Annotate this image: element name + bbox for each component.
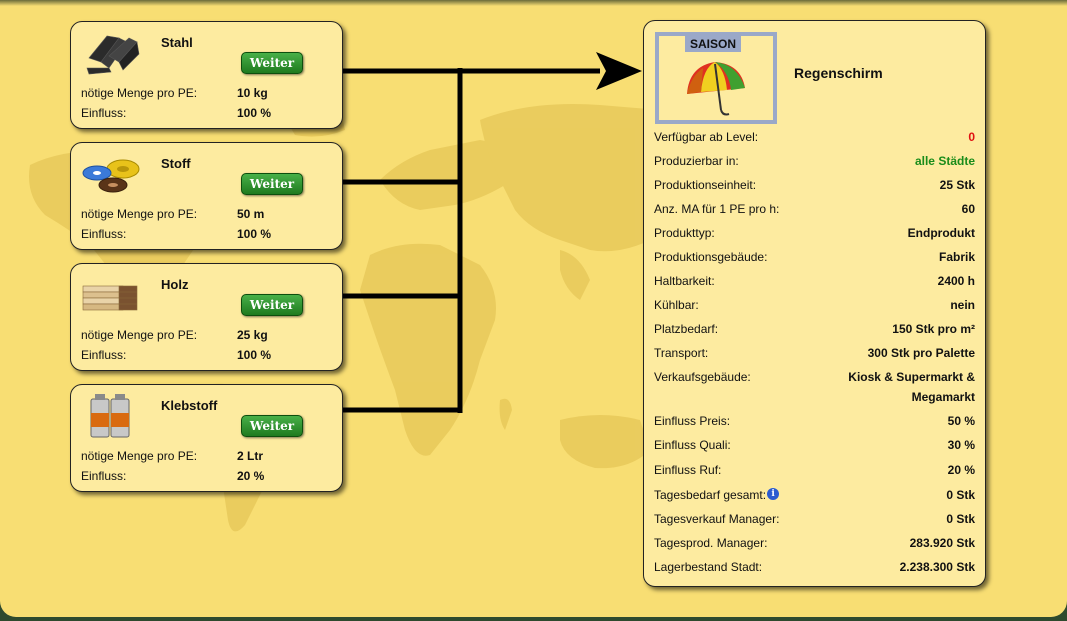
- stat-value: 30 %: [947, 438, 975, 452]
- stat-value: 300 Stk pro Palette: [867, 346, 975, 360]
- menge-label: nötige Menge pro PE:: [81, 207, 198, 221]
- product-card: SAISON Regenschirm Verfügbar ab Level: 0…: [643, 20, 986, 587]
- stat-value: 60: [961, 202, 975, 216]
- glue-cans-icon: [90, 394, 130, 438]
- material-card-holz: Holz Weiter nötige Menge pro PE: 25 kg E…: [70, 263, 343, 371]
- menge-label: nötige Menge pro PE:: [81, 449, 198, 463]
- stat-value-level: 0: [968, 130, 975, 144]
- einfluss-label: Einfluss:: [81, 348, 127, 362]
- stat-label-with-info: Tagesbedarf gesamt: i: [654, 488, 780, 502]
- stat-value-continued: Megamarkt: [911, 390, 975, 404]
- stat-value: 2.238.300 Stk: [899, 560, 975, 574]
- menge-label: nötige Menge pro PE:: [81, 328, 198, 342]
- stat-label: Produktionseinheit:: [654, 178, 757, 192]
- weiter-button-stoff[interactable]: Weiter: [241, 173, 303, 195]
- einfluss-label: Einfluss:: [81, 469, 127, 483]
- arrow-head: [596, 52, 642, 90]
- stat-label: Haltbarkeit:: [654, 274, 715, 288]
- einfluss-value: 100 %: [237, 227, 272, 241]
- material-name: Klebstoff: [161, 398, 218, 413]
- product-image-frame: SAISON: [655, 32, 777, 124]
- einfluss-value: 100 %: [237, 106, 272, 120]
- stat-value: 0 Stk: [946, 512, 975, 526]
- umbrella-icon: [687, 62, 745, 116]
- stat-value: Endprodukt: [907, 226, 975, 240]
- stat-label: Produkttyp:: [654, 226, 715, 240]
- einfluss-label: Einfluss:: [81, 227, 127, 241]
- stat-value: nein: [950, 298, 975, 312]
- stat-value: Fabrik: [938, 250, 975, 264]
- stat-label: Lagerbestand Stadt:: [654, 560, 763, 574]
- steel-beams-icon: [86, 35, 140, 75]
- stat-label: Kühlbar:: [654, 298, 699, 312]
- einfluss-label: Einfluss:: [81, 106, 127, 120]
- fabric-rolls-icon: [82, 159, 140, 193]
- stat-label: Einfluss Ruf:: [654, 463, 722, 477]
- stat-label: Tagesprod. Manager:: [654, 536, 768, 550]
- menge-label: nötige Menge pro PE:: [81, 86, 198, 100]
- material-name: Stahl: [161, 35, 193, 50]
- info-icon[interactable]: i: [767, 488, 780, 500]
- menge-value: 10 kg: [237, 86, 268, 100]
- stat-value: 0 Stk: [946, 488, 975, 502]
- stat-value: 25 Stk: [939, 178, 975, 192]
- stat-value: 20 %: [947, 463, 975, 477]
- product-title: Regenschirm: [794, 65, 883, 81]
- weiter-button-klebstoff[interactable]: Weiter: [241, 415, 303, 437]
- menge-value: 25 kg: [237, 328, 268, 342]
- weiter-button-stahl[interactable]: Weiter: [241, 52, 303, 74]
- menge-value: 2 Ltr: [237, 449, 264, 463]
- material-card-stoff: Stoff Weiter nötige Menge pro PE: 50 m E…: [70, 142, 343, 250]
- weiter-button-holz[interactable]: Weiter: [241, 294, 303, 316]
- saison-badge: SAISON: [685, 36, 742, 52]
- stat-value-cities: alle Städte: [914, 154, 975, 168]
- material-card-klebstoff: Klebstoff Weiter nötige Menge pro PE: 2 …: [70, 384, 343, 492]
- stat-value: 283.920 Stk: [909, 536, 975, 550]
- menge-value: 50 m: [237, 207, 265, 221]
- material-card-stahl: Stahl Weiter nötige Menge pro PE: 10 kg …: [70, 21, 343, 129]
- material-name: Holz: [161, 277, 189, 292]
- einfluss-value: 100 %: [237, 348, 272, 362]
- stat-label: Tagesbedarf gesamt:: [654, 488, 767, 502]
- stat-value: 150 Stk pro m²: [892, 322, 975, 336]
- stat-label: Tagesverkauf Manager:: [654, 512, 780, 526]
- wood-planks-icon: [82, 285, 138, 311]
- material-name: Stoff: [161, 156, 191, 171]
- stat-label: Produzierbar in:: [654, 154, 739, 168]
- stat-value: Kiosk & Supermarkt &: [848, 370, 975, 384]
- stat-value: 50 %: [947, 414, 975, 428]
- stat-label: Verkaufsgebäude:: [654, 370, 751, 384]
- stat-label: Platzbedarf:: [654, 322, 719, 336]
- stat-label: Einfluss Preis:: [654, 414, 731, 428]
- stat-label: Verfügbar ab Level:: [654, 130, 759, 144]
- page-background: Stahl Weiter nötige Menge pro PE: 10 kg …: [0, 0, 1067, 617]
- stat-label: Produktionsgebäude:: [654, 250, 768, 264]
- stat-value: 2400 h: [937, 274, 975, 288]
- stat-label: Anz. MA für 1 PE pro h:: [654, 202, 780, 216]
- einfluss-value: 20 %: [237, 469, 265, 483]
- stat-label: Transport:: [654, 346, 709, 360]
- stat-label: Einfluss Quali:: [654, 438, 731, 452]
